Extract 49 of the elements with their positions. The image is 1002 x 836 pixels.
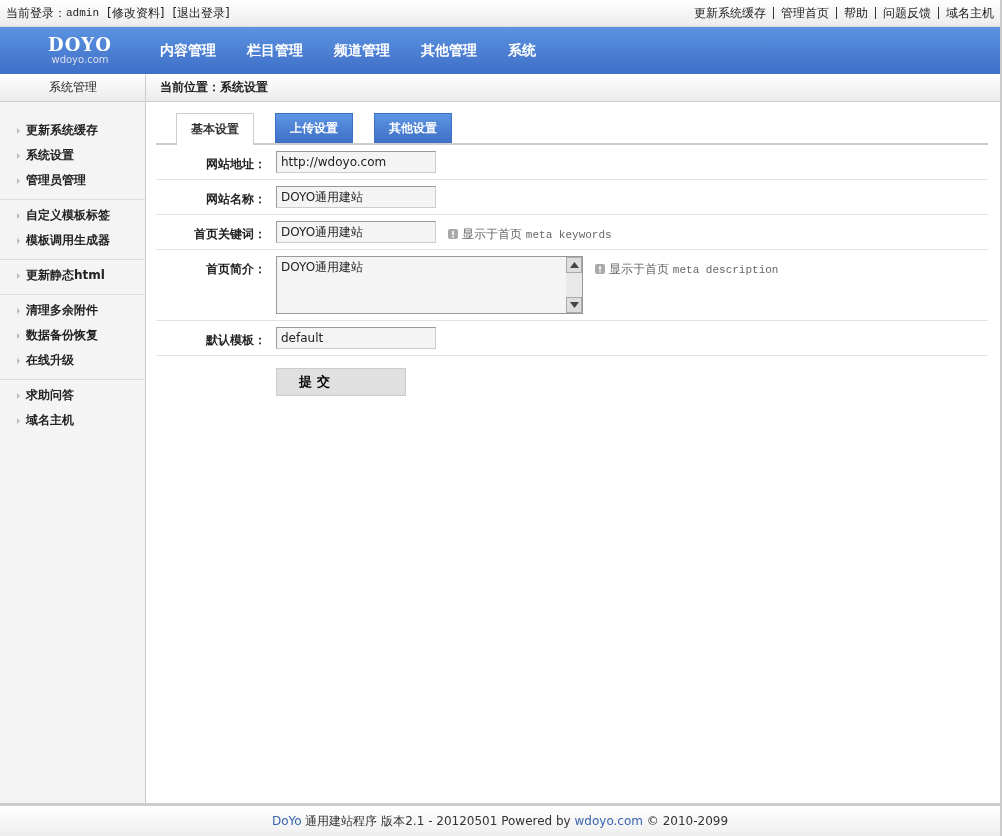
top-link[interactable]: 帮助 — [844, 4, 868, 22]
field-label: 首页简介： — [206, 261, 266, 278]
sidebar-item[interactable]: 管理员管理 — [0, 168, 145, 193]
sidebar-item[interactable]: 数据备份恢复 — [0, 323, 145, 348]
sidebar-item[interactable]: 更新系统缓存 — [0, 118, 145, 143]
top-link[interactable]: [退出登录] — [172, 4, 230, 22]
nav-item[interactable]: 栏目管理 — [247, 41, 303, 60]
logo[interactable]: DOYO wdoyo.com — [20, 35, 140, 66]
username: admin — [66, 7, 99, 19]
field-label: 网站名称： — [206, 191, 266, 208]
sidebar-item[interactable]: 域名主机 — [0, 408, 145, 433]
top-link[interactable]: 域名主机 — [946, 4, 994, 22]
top-link[interactable]: 更新系统缓存 — [694, 4, 766, 22]
sidebar-item[interactable]: 系统设置 — [0, 143, 145, 168]
breadcrumb: 当前位置：系统设置 — [160, 79, 268, 96]
scroll-up-icon[interactable] — [569, 262, 579, 268]
info-icon — [448, 229, 458, 239]
field-label: 默认模板： — [206, 332, 266, 349]
sidebar-item[interactable]: 在线升级 — [0, 348, 145, 373]
input-field[interactable]: DOYO通用建站 — [276, 186, 436, 208]
nav-item[interactable]: 其他管理 — [421, 41, 477, 60]
tab[interactable]: 其他设置 — [374, 113, 452, 143]
footer-text: DoYo 通用建站程序 版本2.1 - 20120501 Powered by wdoyo.com © 2010-2099 — [271, 812, 729, 830]
sidebar-item[interactable]: 清理多余附件 — [0, 298, 145, 323]
field-label: 网站地址： — [206, 156, 266, 173]
nav-item[interactable]: 内容管理 — [160, 41, 216, 60]
sidebar-item[interactable]: 模板调用生成器 — [0, 228, 145, 253]
scroll-down-icon[interactable] — [569, 302, 579, 308]
top-link[interactable]: [修改资料] — [107, 4, 165, 22]
tab[interactable]: 基本设置 — [176, 113, 254, 145]
login-label: 当前登录： — [6, 4, 66, 22]
input-field[interactable]: http://wdoyo.com — [276, 151, 436, 173]
sidebar-item[interactable]: 更新静态html — [0, 263, 145, 288]
top-link[interactable]: 管理首页 — [781, 4, 829, 22]
hint-text: 显示于首页 meta keywords — [462, 226, 612, 243]
submit-button[interactable]: 提 交 — [276, 368, 406, 396]
top-link[interactable]: 问题反馈 — [883, 4, 931, 22]
text-area[interactable]: DOYO通用建站 — [276, 256, 583, 314]
input-field[interactable]: DOYO通用建站 — [276, 221, 436, 243]
nav-item[interactable]: 频道管理 — [334, 41, 390, 60]
sidebar-item[interactable]: 自定义模板标签 — [0, 203, 145, 228]
nav-item[interactable]: 系统 — [508, 41, 536, 60]
info-icon — [595, 264, 605, 274]
hint-text: 显示于首页 meta description — [609, 261, 779, 278]
tab[interactable]: 上传设置 — [275, 113, 353, 143]
sidebar-title: 系统管理 — [48, 79, 97, 96]
input-field[interactable]: default — [276, 327, 436, 349]
field-label: 首页关键词： — [194, 226, 266, 243]
sidebar-item[interactable]: 求助问答 — [0, 383, 145, 408]
